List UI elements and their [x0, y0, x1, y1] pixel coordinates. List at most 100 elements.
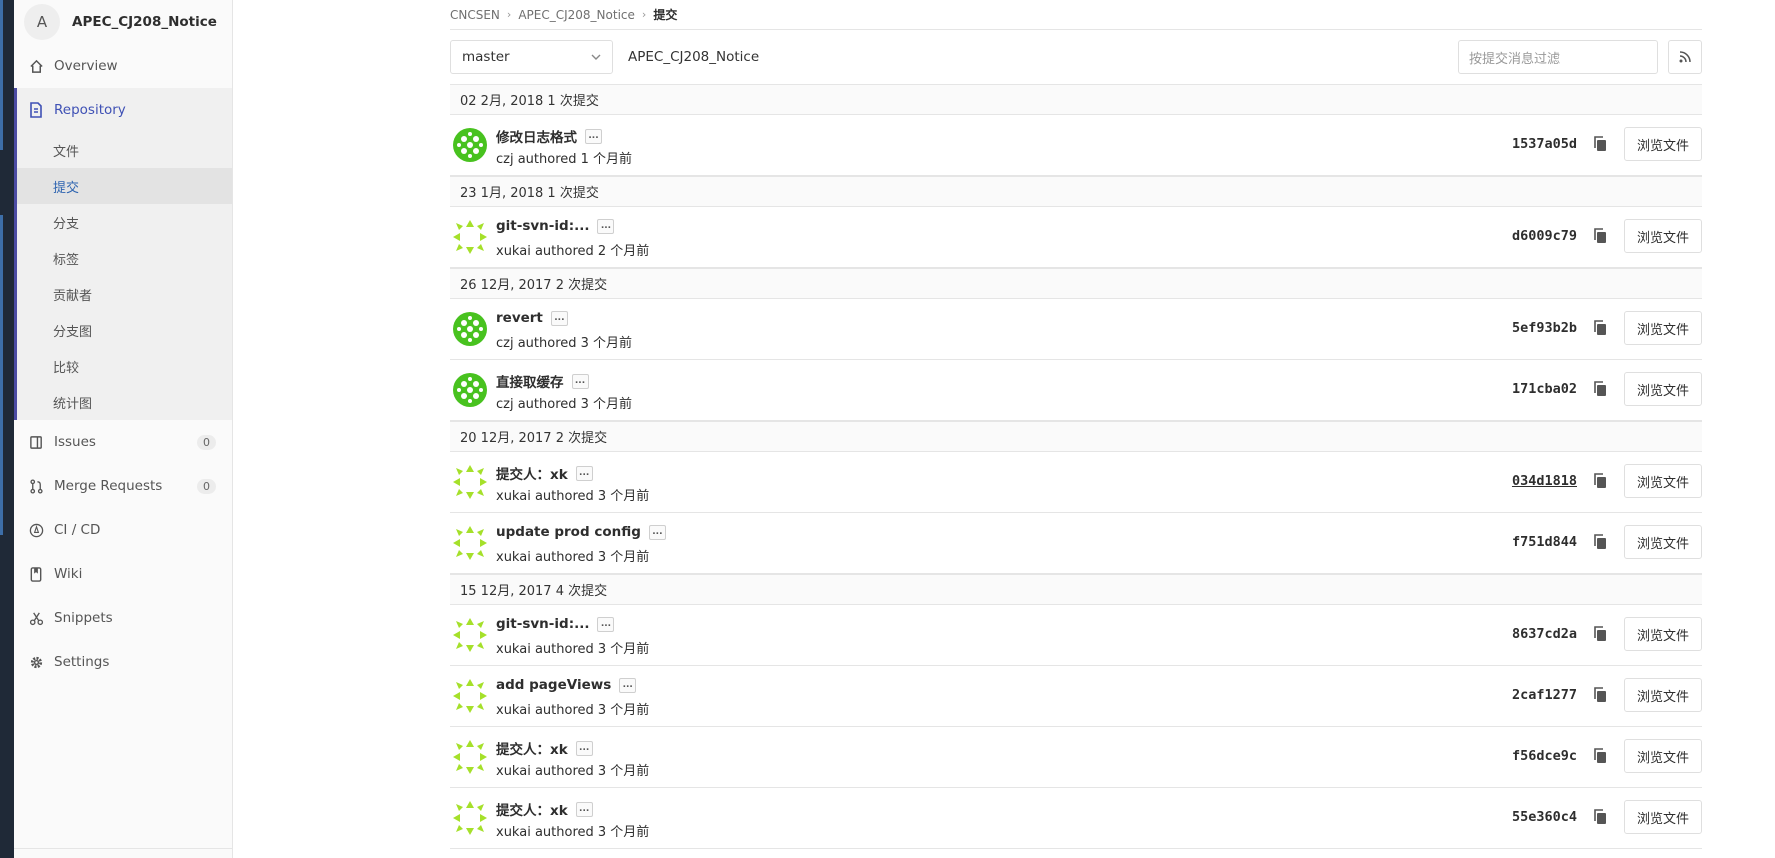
commit-sha[interactable]: f751d844 [1512, 534, 1577, 550]
sidebar-item-issues[interactable]: Issues 0 [14, 420, 232, 464]
rss-button[interactable] [1668, 40, 1702, 74]
author-avatar[interactable] [452, 311, 488, 347]
expand-message-button[interactable]: ... [648, 524, 666, 540]
sidebar-subitem-contributors[interactable]: 贡献者 [17, 276, 232, 312]
commit-row: 修改日志格式... czj authored 1 个月前 1537a05d 浏览文件 [450, 115, 1702, 176]
project-header[interactable]: A APEC_CJ208_Notice [14, 0, 232, 44]
breadcrumb-current[interactable]: 提交 [653, 6, 677, 23]
sidebar-item-label: Issues [54, 434, 96, 450]
commit-title-row: 提交人：xk... [496, 799, 593, 819]
author-avatar[interactable] [452, 678, 488, 714]
commit-sha[interactable]: 55e360c4 [1512, 809, 1577, 825]
sidebar-subitem-branches[interactable]: 分支 [17, 204, 232, 240]
left-dark-strip [0, 0, 14, 858]
expand-message-button[interactable]: ... [597, 616, 615, 632]
commit-title[interactable]: git-svn-id:... [496, 218, 589, 234]
commit-sha[interactable]: f56dce9c [1512, 748, 1577, 764]
commit-sha[interactable]: 1537a05d [1512, 136, 1577, 152]
browse-files-button[interactable]: 浏览文件 [1624, 739, 1702, 773]
sidebar-item-wiki[interactable]: Wiki [14, 552, 232, 596]
commit-title-row: update prod config... [496, 524, 666, 540]
breadcrumb-project[interactable]: APEC_CJ208_Notice [518, 8, 635, 22]
browse-files-button[interactable]: 浏览文件 [1624, 617, 1702, 651]
browse-files-button[interactable]: 浏览文件 [1624, 525, 1702, 559]
expand-message-button[interactable]: ... [597, 218, 615, 234]
expand-message-button[interactable]: ... [575, 801, 593, 817]
sidebar-item-label: Settings [54, 654, 110, 670]
commit-row: git-svn-id:...... xukai authored 2 个月前 d60… [450, 207, 1702, 268]
commit-title[interactable]: 直接取缓存 [496, 371, 564, 391]
browse-files-button[interactable]: 浏览文件 [1624, 311, 1702, 345]
commit-sha[interactable]: d6009c79 [1512, 228, 1577, 244]
author-avatar[interactable] [452, 800, 488, 836]
sidebar-item-repository[interactable]: Repository [17, 88, 232, 132]
author-avatar[interactable] [452, 617, 488, 653]
branch-selector[interactable]: master [450, 40, 613, 74]
copy-icon[interactable] [1593, 136, 1609, 152]
project-name[interactable]: APEC_CJ208_Notice [72, 14, 217, 30]
expand-message-button[interactable]: ... [575, 740, 593, 756]
commit-sha[interactable]: 5ef93b2b [1512, 320, 1577, 336]
main-content: CNCSEN › APEC_CJ208_Notice › 提交 master A… [450, 0, 1702, 849]
expand-message-button[interactable]: ... [585, 128, 602, 144]
copy-icon[interactable] [1593, 534, 1609, 550]
commit-title[interactable]: 提交人：xk [496, 463, 568, 483]
commit-title[interactable]: add pageViews [496, 677, 611, 693]
copy-icon[interactable] [1593, 626, 1609, 642]
commit-sha[interactable]: 171cba02 [1512, 381, 1577, 397]
browse-files-button[interactable]: 浏览文件 [1624, 464, 1702, 498]
expand-message-button[interactable]: ... [571, 373, 589, 389]
copy-icon[interactable] [1593, 381, 1609, 397]
commit-title[interactable]: update prod config [496, 524, 641, 540]
expand-message-button[interactable]: ... [550, 310, 568, 326]
project-avatar[interactable]: A [24, 4, 60, 40]
commit-sha[interactable]: 8637cd2a [1512, 626, 1577, 642]
browse-files-button[interactable]: 浏览文件 [1624, 127, 1702, 161]
sidebar-subitem-compare[interactable]: 比较 [17, 348, 232, 384]
commit-day-header: 23 1月, 2018 1 次提交 [450, 176, 1702, 207]
sidebar-item-label: Overview [54, 58, 118, 74]
commit-title[interactable]: revert [496, 310, 543, 326]
commit-day-header: 02 2月, 2018 1 次提交 [450, 84, 1702, 115]
expand-message-button[interactable]: ... [619, 677, 637, 693]
sidebar-item-snippets[interactable]: Snippets [14, 596, 232, 640]
sidebar-item-merge-requests[interactable]: Merge Requests 0 [14, 464, 232, 508]
author-avatar[interactable] [452, 219, 488, 255]
copy-icon[interactable] [1593, 320, 1609, 336]
sidebar-item-settings[interactable]: Settings [14, 640, 232, 684]
author-avatar[interactable] [452, 127, 488, 163]
commit-row: 提交人：xk... xukai authored 3 个月前 55e360c4 浏览文… [450, 788, 1702, 849]
sidebar-item-label: Merge Requests [54, 478, 163, 494]
copy-icon[interactable] [1593, 687, 1609, 703]
author-avatar[interactable] [452, 464, 488, 500]
sidebar-subitem-commits[interactable]: 提交 [17, 168, 232, 204]
browse-files-button[interactable]: 浏览文件 [1624, 372, 1702, 406]
commit-title[interactable]: 提交人：xk [496, 738, 568, 758]
commit-title[interactable]: git-svn-id:... [496, 616, 589, 632]
sidebar-subitem-charts[interactable]: 统计图 [17, 384, 232, 420]
browse-files-button[interactable]: 浏览文件 [1624, 219, 1702, 253]
author-avatar[interactable] [452, 372, 488, 408]
author-avatar[interactable] [452, 739, 488, 775]
browse-files-button[interactable]: 浏览文件 [1624, 800, 1702, 834]
page: A APEC_CJ208_Notice Overview Repository … [0, 0, 1775, 858]
expand-message-button[interactable]: ... [575, 465, 593, 481]
commit-filter-input[interactable]: 按提交消息过滤 [1458, 40, 1658, 74]
sidebar-subitem-files[interactable]: 文件 [17, 132, 232, 168]
author-avatar[interactable] [452, 525, 488, 561]
sidebar-subitem-graph[interactable]: 分支图 [17, 312, 232, 348]
sidebar-item-overview[interactable]: Overview [14, 44, 232, 88]
project-path-label[interactable]: APEC_CJ208_Notice [628, 49, 759, 65]
commit-sha[interactable]: 034d1818 [1512, 473, 1577, 489]
commit-title[interactable]: 提交人：xk [496, 799, 568, 819]
breadcrumb-group[interactable]: CNCSEN [450, 8, 500, 22]
browse-files-button[interactable]: 浏览文件 [1624, 678, 1702, 712]
copy-icon[interactable] [1593, 748, 1609, 764]
copy-icon[interactable] [1593, 228, 1609, 244]
copy-icon[interactable] [1593, 809, 1609, 825]
commit-title[interactable]: 修改日志格式 [496, 126, 577, 146]
copy-icon[interactable] [1593, 473, 1609, 489]
commit-sha[interactable]: 2caf1277 [1512, 687, 1577, 703]
sidebar-item-cicd[interactable]: CI / CD [14, 508, 232, 552]
sidebar-subitem-tags[interactable]: 标签 [17, 240, 232, 276]
